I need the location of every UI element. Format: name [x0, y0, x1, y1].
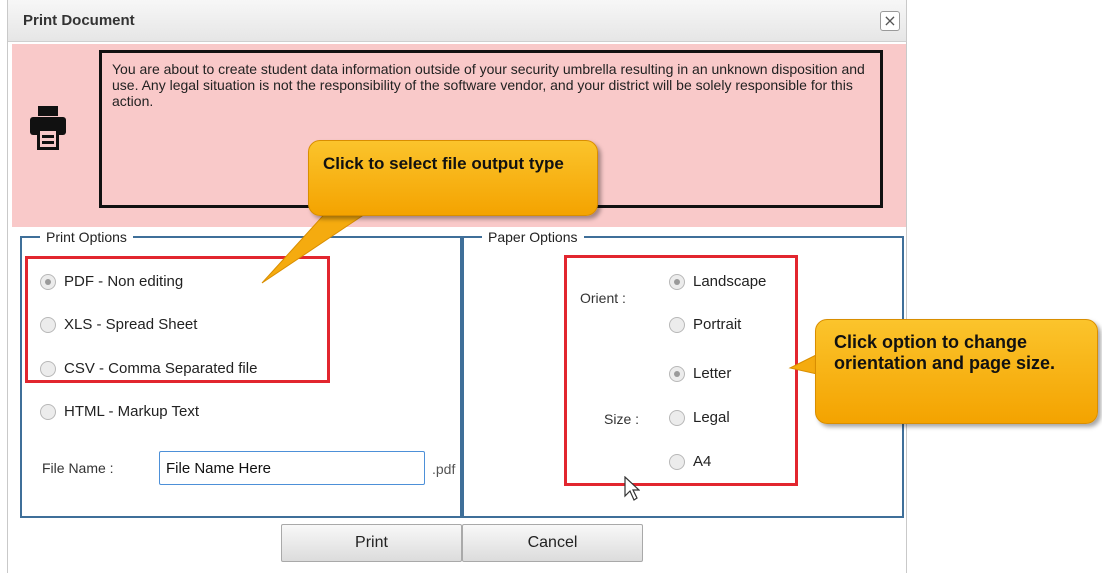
file-extension: .pdf	[432, 461, 456, 477]
paper-options-highlight	[564, 255, 798, 486]
print-button[interactable]: Print	[281, 524, 462, 562]
file-name-input[interactable]	[159, 451, 425, 485]
paper-options-legend: Paper Options	[488, 229, 578, 245]
callout-orientation: Click option to change orientation and p…	[815, 319, 1098, 424]
printer-icon	[30, 106, 66, 155]
file-type-highlight	[25, 256, 330, 383]
file-name-label: File Name :	[42, 460, 114, 476]
radio-button[interactable]	[40, 403, 56, 420]
dialog-titlebar: Print Document ×	[8, 0, 906, 42]
option-html[interactable]: HTML - Markup Text	[40, 403, 199, 420]
close-icon[interactable]: ×	[880, 11, 900, 31]
dialog-title: Print Document	[23, 12, 135, 29]
callout-file-type: Click to select file output type	[308, 140, 598, 216]
option-html-label: HTML - Markup Text	[64, 403, 200, 420]
cancel-button[interactable]: Cancel	[462, 524, 643, 562]
mouse-cursor-icon	[624, 475, 641, 509]
print-options-legend: Print Options	[46, 229, 127, 245]
